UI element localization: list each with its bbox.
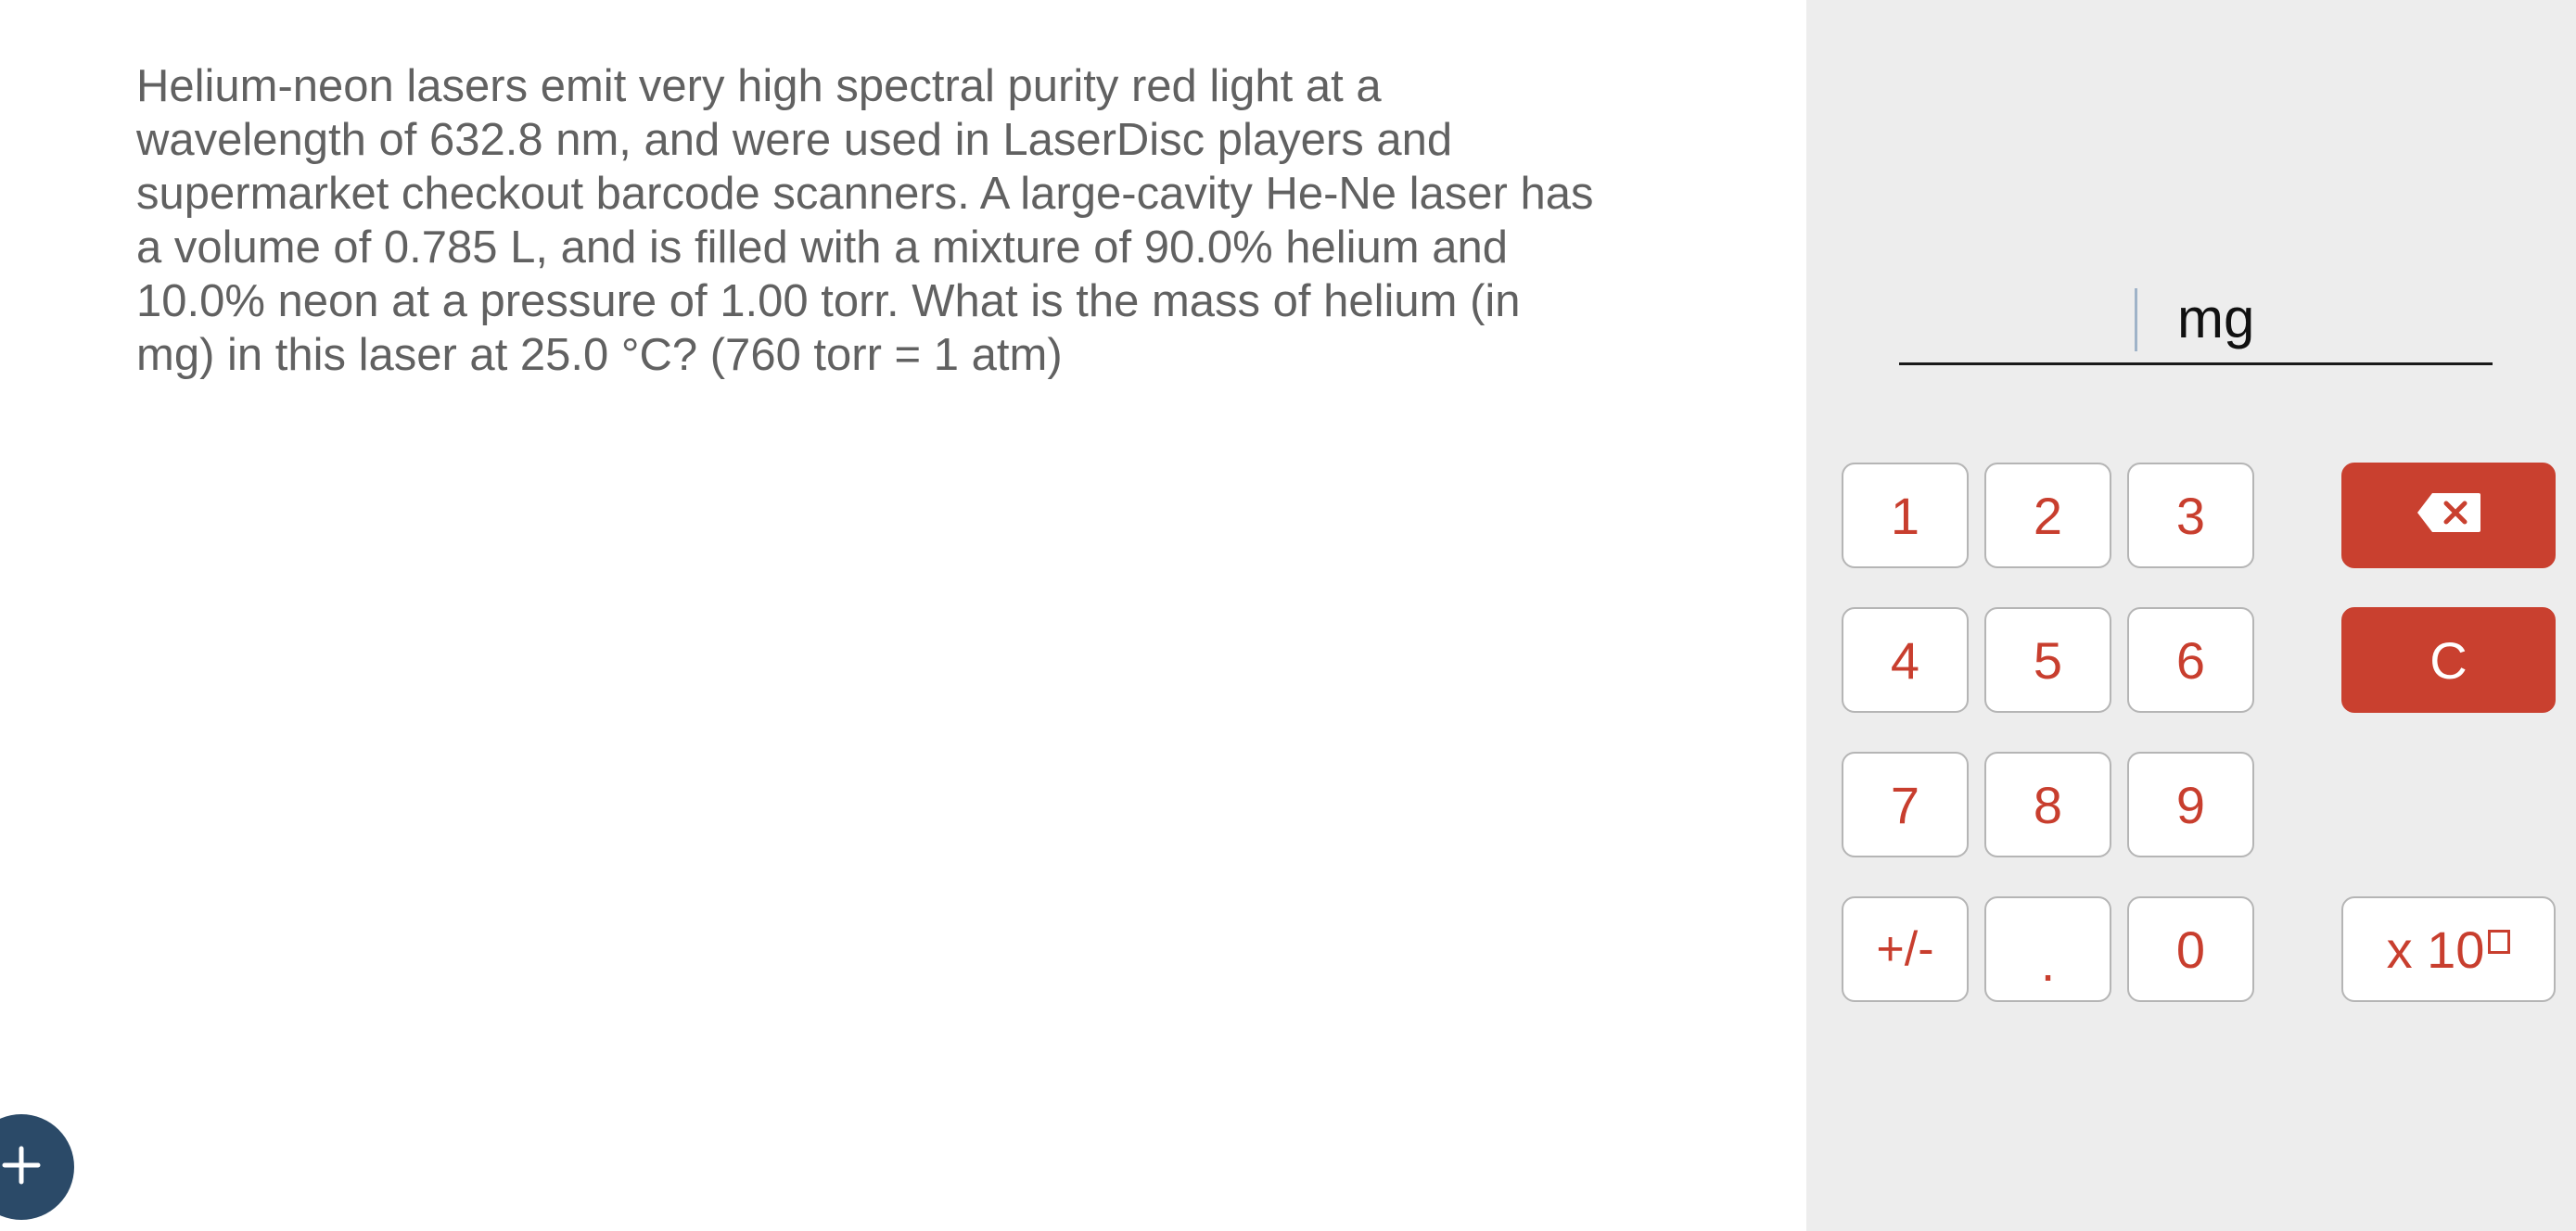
sign-toggle-button[interactable]: +/- [1842, 896, 1969, 1002]
answer-input-caret[interactable] [2135, 288, 2137, 351]
key-6[interactable]: 6 [2127, 607, 2254, 713]
key-5[interactable]: 5 [1984, 607, 2111, 713]
backspace-button[interactable] [2341, 463, 2556, 568]
key-9[interactable]: 9 [2127, 752, 2254, 857]
key-1[interactable]: 1 [1842, 463, 1969, 568]
answer-input[interactable] [1899, 362, 2493, 365]
page: Helium-neon lasers emit very high spectr… [0, 0, 2576, 1231]
key-4[interactable]: 4 [1842, 607, 1969, 713]
decimal-point-label: . [2040, 933, 2056, 992]
key-0[interactable]: 0 [2127, 896, 2254, 1002]
scientific-notation-button[interactable]: x 10 [2341, 896, 2556, 1002]
key-3[interactable]: 3 [2127, 463, 2254, 568]
sign-toggle-label: +/- [1876, 922, 1934, 976]
question-text: Helium-neon lasers emit very high spectr… [136, 61, 1594, 380]
exponent-box-icon [2488, 930, 2511, 954]
add-button[interactable] [0, 1114, 74, 1220]
clear-button[interactable]: C [2341, 607, 2556, 713]
decimal-point-button[interactable]: . [1984, 896, 2111, 1002]
plus-icon [0, 1143, 44, 1192]
backspace-icon [2416, 486, 2482, 546]
key-7[interactable]: 7 [1842, 752, 1969, 857]
answer-unit: mg [2177, 287, 2255, 349]
key-2[interactable]: 2 [1984, 463, 2111, 568]
scientific-notation-label: x 10 [2386, 920, 2485, 979]
key-8[interactable]: 8 [1984, 752, 2111, 857]
